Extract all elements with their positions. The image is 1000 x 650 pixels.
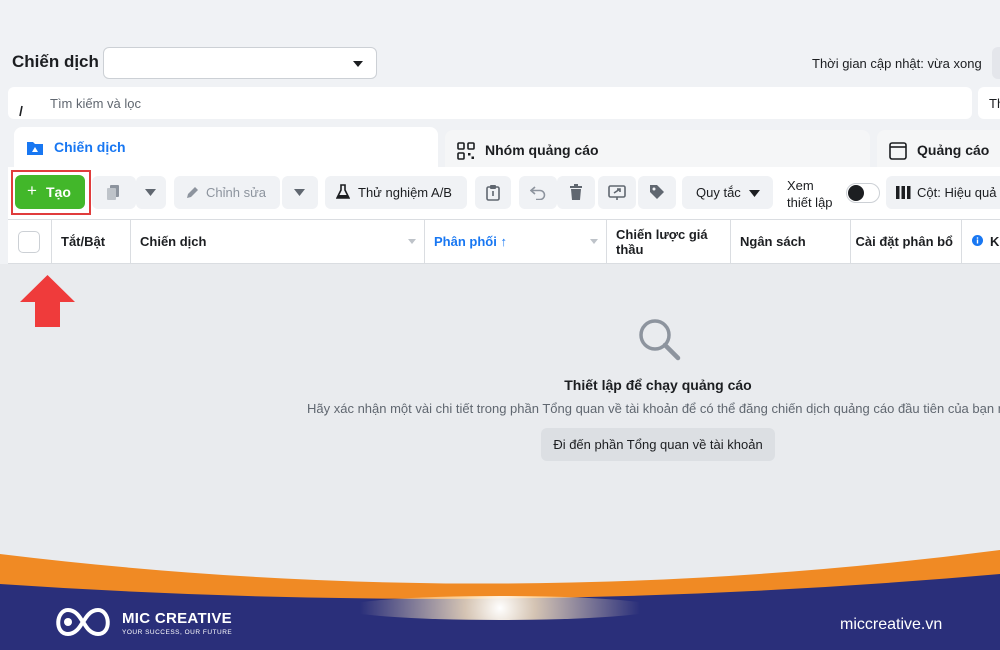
campaign-select[interactable] (103, 47, 377, 79)
chevron-down-icon (294, 189, 305, 196)
column-header-budget-label: Ngân sách (740, 234, 806, 249)
search-magnifier-icon (639, 319, 681, 361)
account-overview-button[interactable]: Đi đến phần Tổng quan về tài khoản (541, 428, 775, 461)
create-button-label: Tạo (46, 184, 71, 200)
table-header: Tắt/Bật Chiến dịch Phân phối ↑ Chiến lượ… (8, 219, 1000, 264)
clipboard-icon (486, 185, 500, 201)
table-body-empty (0, 264, 1000, 584)
window-icon (889, 142, 907, 160)
view-setup-label: Xem thiết lập (787, 177, 833, 211)
create-button[interactable]: + Tạo (15, 175, 85, 209)
delete-button[interactable] (557, 176, 595, 209)
tag-icon (650, 185, 664, 199)
filter-button[interactable]: Th (978, 87, 1000, 119)
column-header-k[interactable]: K (962, 220, 1000, 263)
edit-dropdown-button[interactable] (282, 176, 318, 209)
search-bar (8, 87, 972, 119)
view-setup-line2: thiết lập (787, 195, 833, 210)
undo-icon (530, 186, 546, 200)
sort-caret-icon (408, 239, 416, 244)
update-status: Thời gian cập nhật: vừa xong (812, 56, 982, 71)
tab-ads[interactable]: Quảng cáo (877, 130, 1000, 170)
undo-button[interactable] (519, 176, 557, 209)
brand-website: miccreative.vn (840, 616, 943, 633)
plus-icon: + (27, 181, 37, 200)
view-setup-line1: Xem (787, 178, 814, 193)
empty-state-title: Thiết lập để chạy quảng cáo (564, 377, 752, 393)
top-strip (0, 0, 1000, 42)
column-header-toggle-label: Tắt/Bật (61, 234, 106, 249)
column-header-delivery-label: Phân phối ↑ (434, 234, 507, 249)
ab-test-button[interactable]: Thử nghiệm A/B (325, 176, 467, 209)
column-header-k-label: K (990, 234, 1000, 249)
export-icon (608, 185, 626, 200)
grid-icon (457, 142, 475, 160)
edit-button-label: Chỉnh sửa (206, 185, 267, 200)
folder-icon (27, 142, 43, 155)
tab-ads-label: Quảng cáo (917, 142, 990, 158)
column-header-budget[interactable]: Ngân sách (731, 220, 851, 263)
edit-button[interactable]: Chỉnh sửa (174, 176, 280, 209)
empty-state-description: Hãy xác nhận một vài chi tiết trong phần… (307, 401, 1000, 416)
search-input[interactable] (50, 87, 950, 119)
tab-campaigns[interactable]: Chiến dịch (14, 127, 438, 171)
column-header-toggle[interactable]: Tắt/Bật (52, 220, 131, 263)
column-header-delivery[interactable]: Phân phối ↑ (425, 220, 607, 263)
ab-test-button-label: Thử nghiệm A/B (358, 185, 452, 200)
mic-creative-logo-icon (56, 607, 110, 637)
chevron-down-icon (145, 189, 156, 196)
tag-button[interactable] (638, 176, 676, 209)
header-row: Chiến dịch Thời gian cập nhật: vừa xong (0, 42, 1000, 84)
duplicate-icon (107, 185, 119, 200)
toggle-knob (848, 185, 864, 201)
rules-button[interactable]: Quy tắc (682, 176, 773, 209)
trash-icon (570, 184, 582, 200)
filter-button-label: Th (989, 96, 1000, 111)
column-header-campaign[interactable]: Chiến dịch (131, 220, 425, 263)
brand-name: MIC CREATIVE (122, 610, 232, 627)
column-header-attribution[interactable]: Cài đặt phân bổ (851, 220, 962, 263)
clipboard-button[interactable] (475, 176, 511, 209)
account-overview-button-label: Đi đến phần Tổng quan về tài khoản (553, 437, 763, 452)
columns-button-label: Cột: Hiệu quả (917, 185, 997, 200)
view-setup-toggle[interactable] (846, 183, 880, 203)
pencil-icon (187, 187, 198, 198)
export-button[interactable] (598, 176, 636, 209)
brand-tagline: YOUR SUCCESS, OUR FUTURE (122, 629, 233, 636)
column-header-bid-strategy[interactable]: Chiến lược giá thầu (607, 220, 731, 263)
tab-campaigns-label: Chiến dịch (54, 139, 126, 155)
columns-button[interactable]: Cột: Hiệu quả (886, 176, 1000, 209)
select-all-checkbox[interactable] (18, 231, 40, 253)
info-icon (972, 235, 983, 246)
red-arrow-up-icon (20, 275, 75, 327)
page-title: Chiến dịch (12, 52, 99, 71)
column-header-bid-strategy-label: Chiến lược giá thầu (616, 227, 708, 257)
sort-caret-icon (590, 239, 598, 244)
tab-ad-sets-label: Nhóm quảng cáo (485, 142, 599, 158)
duplicate-dropdown-button[interactable] (136, 176, 166, 209)
flask-icon (336, 184, 350, 199)
tab-ad-sets[interactable]: Nhóm quảng cáo (445, 130, 870, 170)
column-header-campaign-label: Chiến dịch (140, 234, 207, 249)
chevron-down-icon (353, 61, 363, 67)
column-header-attribution-label: Cài đặt phân bổ (855, 234, 954, 249)
search-icon (18, 104, 34, 118)
chevron-down-icon (749, 190, 760, 197)
rules-button-label: Quy tắc (696, 185, 741, 200)
refresh-button[interactable] (992, 47, 1000, 79)
select-all-cell (8, 220, 52, 263)
duplicate-button[interactable] (92, 176, 136, 209)
columns-icon (896, 186, 911, 199)
